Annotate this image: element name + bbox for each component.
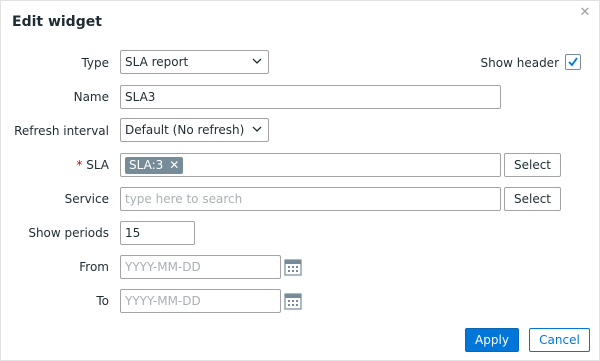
chevron-down-icon bbox=[252, 58, 262, 64]
apply-button[interactable]: Apply bbox=[465, 328, 519, 352]
type-label: Type bbox=[81, 56, 109, 70]
service-label: Service bbox=[64, 192, 109, 206]
sla-select-button[interactable]: Select bbox=[504, 153, 561, 177]
remove-tag-icon[interactable]: ✕ bbox=[169, 157, 179, 174]
show-periods-value: 15 bbox=[125, 226, 141, 240]
from-date-input[interactable]: YYYY-MM-DD bbox=[120, 255, 281, 279]
calendar-icon[interactable] bbox=[284, 258, 302, 276]
sla-label-text: SLA bbox=[86, 158, 109, 172]
name-input[interactable]: SLA3 bbox=[120, 85, 501, 109]
dialog-title: Edit widget bbox=[12, 14, 102, 30]
show-header-label: Show header bbox=[480, 56, 559, 70]
refresh-interval-label: Refresh interval bbox=[14, 124, 109, 138]
to-date-placeholder: YYYY-MM-DD bbox=[125, 294, 201, 308]
to-date-input[interactable]: YYYY-MM-DD bbox=[120, 289, 281, 313]
service-input[interactable]: type here to search bbox=[120, 187, 501, 211]
service-select-button[interactable]: Select bbox=[504, 187, 561, 211]
edit-widget-dialog: Edit widget ✕ Type SLA report Show heade… bbox=[0, 0, 600, 361]
from-date-placeholder: YYYY-MM-DD bbox=[125, 260, 201, 274]
checkmark-icon bbox=[568, 57, 578, 67]
refresh-interval-select[interactable]: Default (No refresh) bbox=[120, 118, 269, 142]
to-label: To bbox=[96, 294, 109, 308]
cancel-button[interactable]: Cancel bbox=[529, 328, 590, 352]
required-mark: * bbox=[76, 158, 83, 172]
close-icon[interactable]: ✕ bbox=[579, 6, 591, 19]
from-label: From bbox=[79, 260, 109, 274]
sla-label: * SLA bbox=[61, 158, 109, 172]
sla-tag: SLA:3 ✕ bbox=[125, 157, 184, 174]
type-select-value: SLA report bbox=[125, 55, 189, 69]
calendar-icon[interactable] bbox=[284, 292, 302, 310]
sla-tag-label: SLA:3 bbox=[129, 158, 164, 172]
sla-multiselect[interactable]: SLA:3 ✕ bbox=[120, 153, 501, 177]
chevron-down-icon bbox=[252, 126, 262, 132]
show-header-checkbox[interactable] bbox=[565, 54, 581, 70]
name-label: Name bbox=[73, 90, 109, 104]
refresh-interval-value: Default (No refresh) bbox=[125, 123, 245, 137]
show-periods-input[interactable]: 15 bbox=[120, 221, 195, 245]
name-input-value: SLA3 bbox=[125, 90, 156, 104]
service-placeholder: type here to search bbox=[125, 192, 243, 206]
show-periods-label: Show periods bbox=[28, 226, 109, 240]
type-select[interactable]: SLA report bbox=[120, 50, 269, 74]
